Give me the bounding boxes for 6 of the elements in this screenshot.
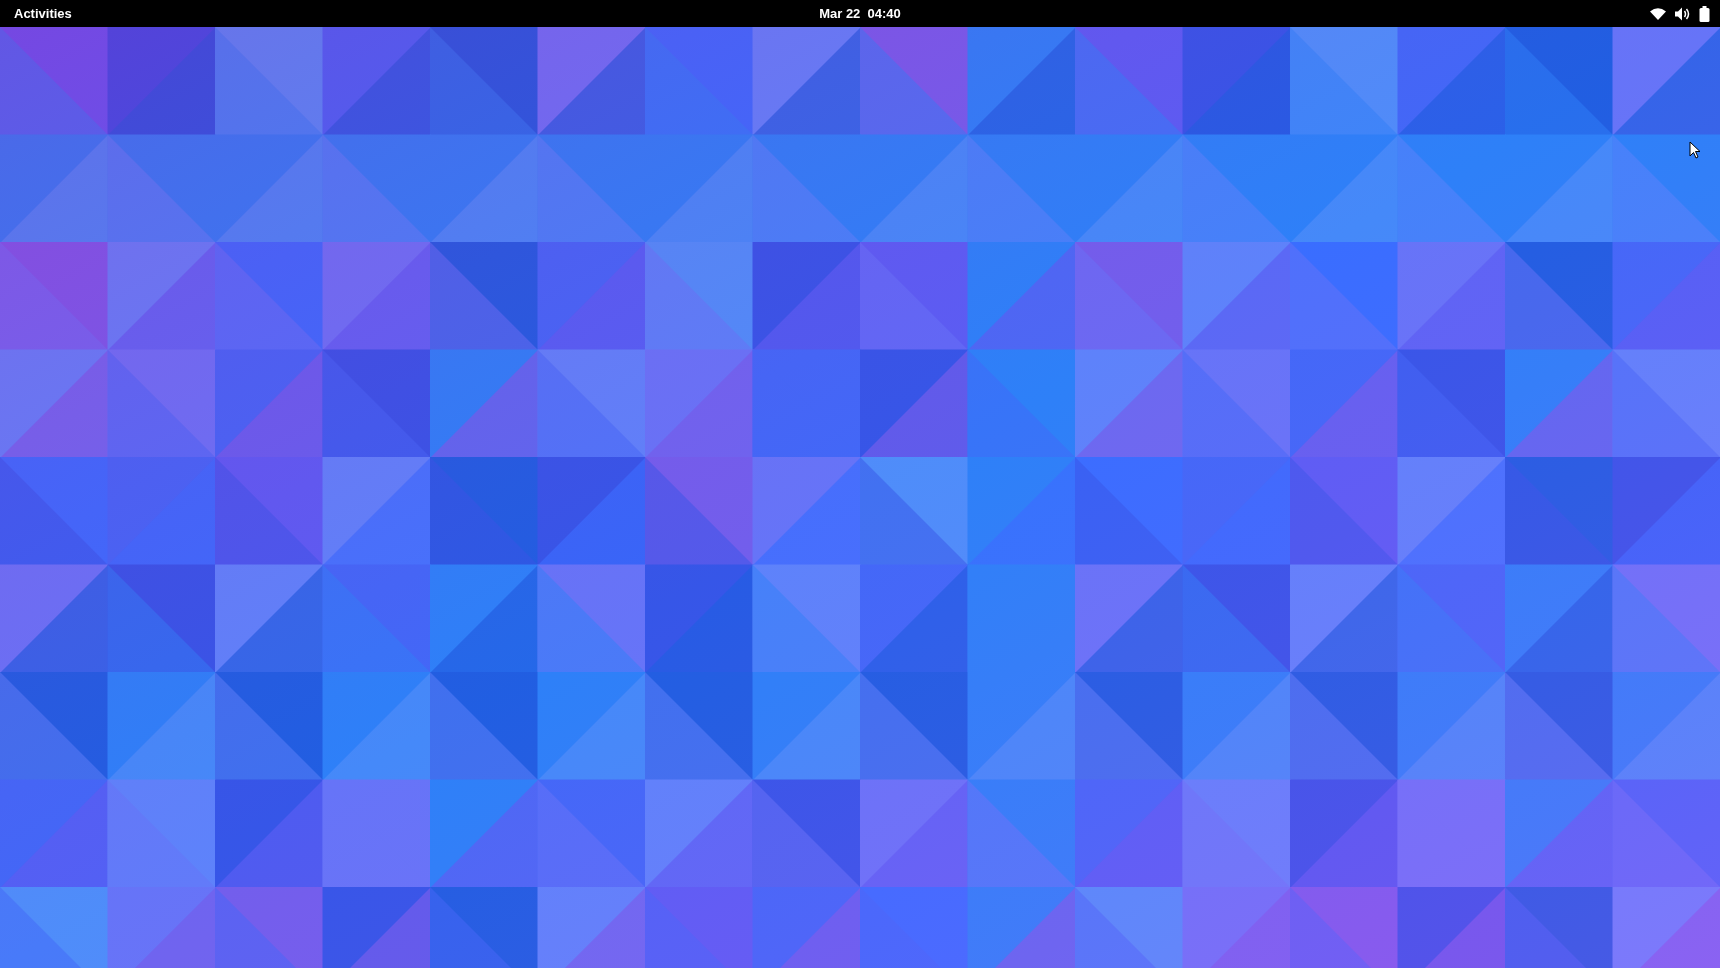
volume-icon[interactable] — [1675, 6, 1690, 21]
activities-button[interactable]: Activities — [8, 4, 78, 23]
wifi-icon[interactable] — [1650, 7, 1666, 20]
battery-icon[interactable] — [1699, 5, 1710, 22]
clock[interactable]: Mar 22 04:40 — [813, 4, 907, 23]
mouse-pointer-icon — [1689, 141, 1701, 159]
